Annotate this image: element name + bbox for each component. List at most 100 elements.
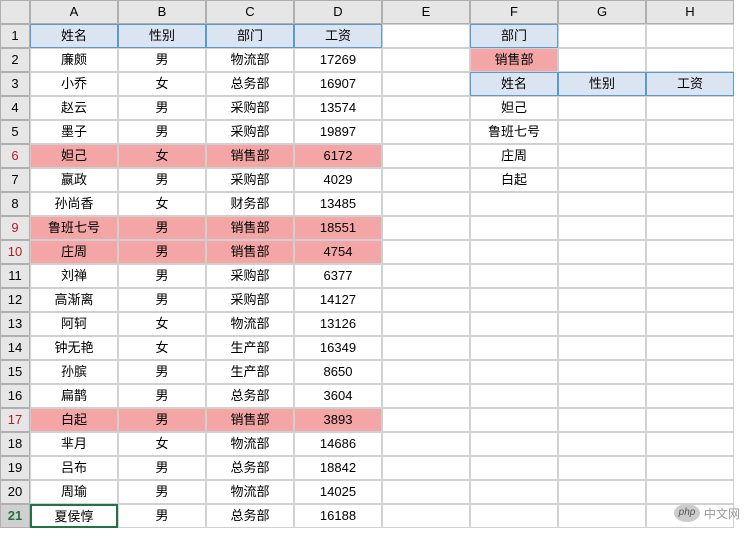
cell-E11[interactable] xyxy=(382,264,470,288)
row-head-14[interactable]: 14 xyxy=(0,336,30,360)
cell-H8[interactable] xyxy=(646,192,734,216)
cell-D7[interactable]: 4029 xyxy=(294,168,382,192)
cell-C13[interactable]: 物流部 xyxy=(206,312,294,336)
cell-F16[interactable] xyxy=(470,384,558,408)
cell-C17[interactable]: 销售部 xyxy=(206,408,294,432)
cell-E5[interactable] xyxy=(382,120,470,144)
cell-F6[interactable]: 庄周 xyxy=(470,144,558,168)
row-head-19[interactable]: 19 xyxy=(0,456,30,480)
cell-E13[interactable] xyxy=(382,312,470,336)
cell-F17[interactable] xyxy=(470,408,558,432)
row-head-15[interactable]: 15 xyxy=(0,360,30,384)
row-head-13[interactable]: 13 xyxy=(0,312,30,336)
col-head-H[interactable]: H xyxy=(646,0,734,24)
cell-B18[interactable]: 女 xyxy=(118,432,206,456)
cell-D10[interactable]: 4754 xyxy=(294,240,382,264)
cell-E10[interactable] xyxy=(382,240,470,264)
cell-B14[interactable]: 女 xyxy=(118,336,206,360)
cell-D20[interactable]: 14025 xyxy=(294,480,382,504)
cell-G10[interactable] xyxy=(558,240,646,264)
cell-B21[interactable]: 男 xyxy=(118,504,206,528)
row-head-16[interactable]: 16 xyxy=(0,384,30,408)
cell-H11[interactable] xyxy=(646,264,734,288)
cell-F2[interactable]: 销售部 xyxy=(470,48,558,72)
cell-A16[interactable]: 扁鹊 xyxy=(30,384,118,408)
cell-H20[interactable] xyxy=(646,480,734,504)
cell-C20[interactable]: 物流部 xyxy=(206,480,294,504)
cell-C7[interactable]: 采购部 xyxy=(206,168,294,192)
cell-H13[interactable] xyxy=(646,312,734,336)
cell-D17[interactable]: 3893 xyxy=(294,408,382,432)
cell-H3[interactable]: 工资 xyxy=(646,72,734,96)
cell-D18[interactable]: 14686 xyxy=(294,432,382,456)
cell-F11[interactable] xyxy=(470,264,558,288)
cell-E1[interactable] xyxy=(382,24,470,48)
cell-G5[interactable] xyxy=(558,120,646,144)
row-head-8[interactable]: 8 xyxy=(0,192,30,216)
cell-D8[interactable]: 13485 xyxy=(294,192,382,216)
cell-G19[interactable] xyxy=(558,456,646,480)
col-head-A[interactable]: A xyxy=(30,0,118,24)
row-head-12[interactable]: 12 xyxy=(0,288,30,312)
cell-D9[interactable]: 18551 xyxy=(294,216,382,240)
cell-C6[interactable]: 销售部 xyxy=(206,144,294,168)
cell-H1[interactable] xyxy=(646,24,734,48)
cell-A3[interactable]: 小乔 xyxy=(30,72,118,96)
cell-G12[interactable] xyxy=(558,288,646,312)
cell-C2[interactable]: 物流部 xyxy=(206,48,294,72)
cell-A6[interactable]: 妲己 xyxy=(30,144,118,168)
cell-F4[interactable]: 妲己 xyxy=(470,96,558,120)
cell-D14[interactable]: 16349 xyxy=(294,336,382,360)
cell-E15[interactable] xyxy=(382,360,470,384)
cell-F3[interactable]: 姓名 xyxy=(470,72,558,96)
cell-F10[interactable] xyxy=(470,240,558,264)
cell-G13[interactable] xyxy=(558,312,646,336)
col-head-F[interactable]: F xyxy=(470,0,558,24)
cell-H7[interactable] xyxy=(646,168,734,192)
row-head-3[interactable]: 3 xyxy=(0,72,30,96)
cell-C12[interactable]: 采购部 xyxy=(206,288,294,312)
cell-A17[interactable]: 白起 xyxy=(30,408,118,432)
cell-F5[interactable]: 鲁班七号 xyxy=(470,120,558,144)
cell-E4[interactable] xyxy=(382,96,470,120)
row-head-17[interactable]: 17 xyxy=(0,408,30,432)
cell-C14[interactable]: 生产部 xyxy=(206,336,294,360)
row-head-21[interactable]: 21 xyxy=(0,504,30,528)
cell-C3[interactable]: 总务部 xyxy=(206,72,294,96)
cell-E2[interactable] xyxy=(382,48,470,72)
cell-B8[interactable]: 女 xyxy=(118,192,206,216)
cell-H15[interactable] xyxy=(646,360,734,384)
col-head-D[interactable]: D xyxy=(294,0,382,24)
cell-G15[interactable] xyxy=(558,360,646,384)
cell-F9[interactable] xyxy=(470,216,558,240)
row-head-2[interactable]: 2 xyxy=(0,48,30,72)
cell-A12[interactable]: 高渐离 xyxy=(30,288,118,312)
cell-G6[interactable] xyxy=(558,144,646,168)
cell-D5[interactable]: 19897 xyxy=(294,120,382,144)
cell-E14[interactable] xyxy=(382,336,470,360)
spreadsheet-grid[interactable]: A B C D E F G H 1 姓名 性别 部门 工资 部门 2 廉颇 男 … xyxy=(0,0,750,528)
cell-G7[interactable] xyxy=(558,168,646,192)
row-head-6[interactable]: 6 xyxy=(0,144,30,168)
cell-G14[interactable] xyxy=(558,336,646,360)
cell-F21[interactable] xyxy=(470,504,558,528)
cell-B10[interactable]: 男 xyxy=(118,240,206,264)
cell-C1[interactable]: 部门 xyxy=(206,24,294,48)
cell-H5[interactable] xyxy=(646,120,734,144)
col-head-C[interactable]: C xyxy=(206,0,294,24)
cell-E9[interactable] xyxy=(382,216,470,240)
cell-H16[interactable] xyxy=(646,384,734,408)
cell-C5[interactable]: 采购部 xyxy=(206,120,294,144)
cell-H19[interactable] xyxy=(646,456,734,480)
cell-D3[interactable]: 16907 xyxy=(294,72,382,96)
cell-B11[interactable]: 男 xyxy=(118,264,206,288)
row-head-5[interactable]: 5 xyxy=(0,120,30,144)
cell-D6[interactable]: 6172 xyxy=(294,144,382,168)
cell-B1[interactable]: 性别 xyxy=(118,24,206,48)
cell-F7[interactable]: 白起 xyxy=(470,168,558,192)
cell-F12[interactable] xyxy=(470,288,558,312)
cell-B12[interactable]: 男 xyxy=(118,288,206,312)
cell-D15[interactable]: 8650 xyxy=(294,360,382,384)
col-head-G[interactable]: G xyxy=(558,0,646,24)
cell-E18[interactable] xyxy=(382,432,470,456)
